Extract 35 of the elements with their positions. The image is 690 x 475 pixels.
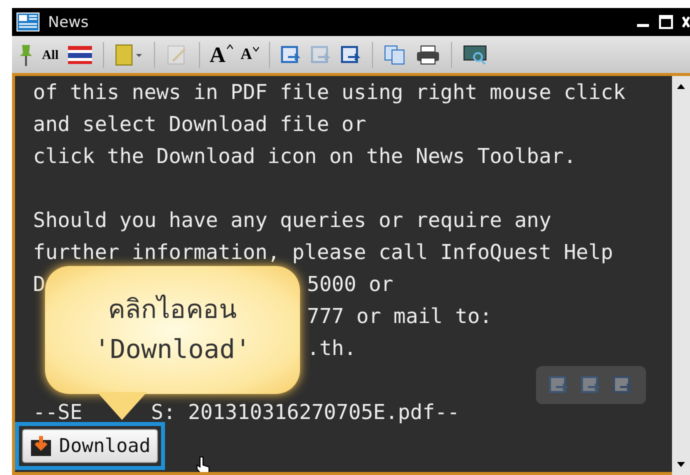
- news-text-line: click the Download icon on the News Toolbar.: [33, 143, 576, 170]
- window-in-icon[interactable]: [280, 44, 302, 66]
- callout-pointer: [97, 392, 147, 422]
- font-smaller-button[interactable]: A: [240, 46, 260, 62]
- hand-cursor-icon: [195, 456, 211, 472]
- print-icon[interactable]: [415, 44, 442, 66]
- news-text-fragment: S: 201310316270705E.pdf--: [151, 399, 460, 426]
- close-icon[interactable]: [682, 15, 690, 29]
- callout-text: คลิกไอคอน: [108, 294, 237, 327]
- news-text-fragment: D: [33, 271, 46, 298]
- window-back-icon[interactable]: [340, 44, 362, 66]
- news-text-line: Should you have any queries or require any: [33, 207, 552, 234]
- note-icon[interactable]: [114, 42, 144, 66]
- maximize-icon[interactable]: [658, 14, 674, 30]
- all-button[interactable]: All: [42, 46, 59, 62]
- pin-icon[interactable]: [18, 42, 34, 66]
- news-text-fragment: 5000 or: [307, 271, 394, 298]
- scroll-down-icon[interactable]: [676, 461, 686, 469]
- news-text-line: further information, please call InfoQuest Help: [33, 239, 614, 266]
- news-text-line: of this news in PDF file using right mouse click: [33, 79, 626, 106]
- copy-icon[interactable]: [383, 44, 408, 66]
- news-text-line: and select Download file or: [33, 111, 366, 138]
- download-icon: [29, 434, 53, 458]
- window-icon: [16, 12, 40, 32]
- news-text-fragment: --SE: [33, 399, 82, 426]
- monitor-search-icon[interactable]: [462, 44, 488, 66]
- caret-up-icon: [226, 44, 233, 48]
- news-text-fragment: 777 or mail to:: [307, 303, 492, 330]
- scroll-up-icon[interactable]: [676, 82, 686, 90]
- window-title: News: [48, 13, 90, 31]
- caret-down-icon: [253, 46, 260, 52]
- news-text-fragment: .th.: [307, 335, 356, 362]
- font-larger-button[interactable]: A: [210, 44, 233, 66]
- callout-text: 'Download': [94, 334, 251, 367]
- download-button[interactable]: Download: [22, 429, 158, 463]
